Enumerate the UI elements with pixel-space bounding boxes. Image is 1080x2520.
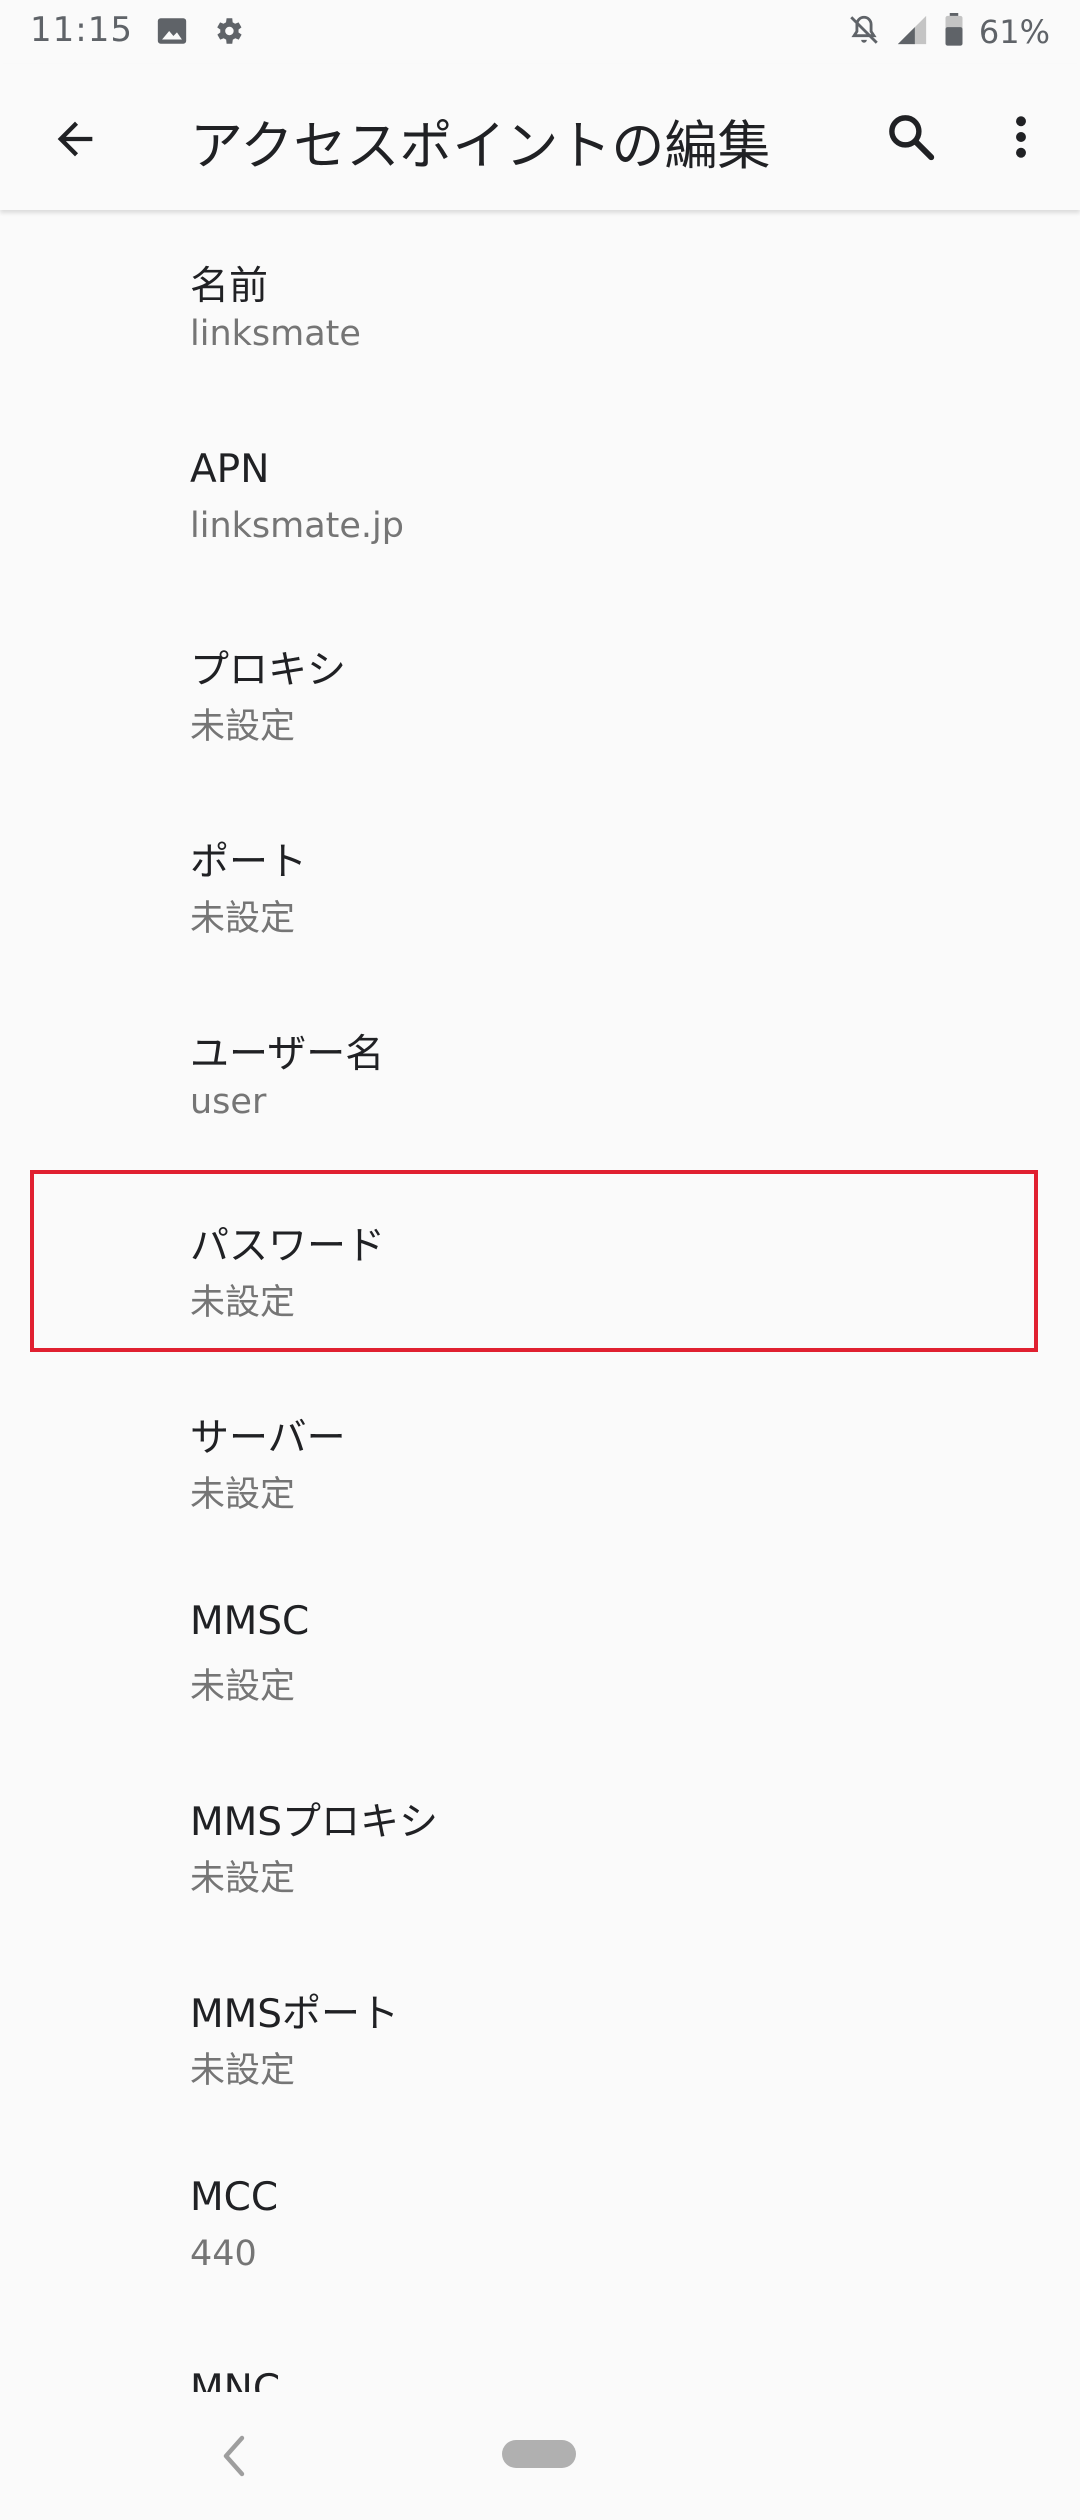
list-item-name[interactable]: 名前 linksmate <box>0 210 1080 402</box>
image-icon <box>155 14 189 48</box>
item-label: プロキシ <box>190 648 347 693</box>
gear-icon <box>211 14 245 48</box>
item-value: 未設定 <box>190 899 296 939</box>
item-value: user <box>190 1082 267 1122</box>
item-label: MMSC <box>190 1599 310 1644</box>
signal-icon <box>895 13 929 51</box>
list-item-mms-proxy[interactable]: MMSプロキシ 未設定 <box>0 1746 1080 1938</box>
status-bar: 11:15 61% <box>0 0 1080 64</box>
list-item-username[interactable]: ユーザー名 user <box>0 978 1080 1170</box>
more-vert-icon[interactable] <box>986 102 1056 172</box>
nav-back-icon[interactable] <box>206 2428 262 2484</box>
list-item-mms-port[interactable]: MMSポート 未設定 <box>0 1938 1080 2130</box>
list-item-server[interactable]: サーバー 未設定 <box>0 1362 1080 1554</box>
item-label: MMSポート <box>190 1992 400 2037</box>
item-label: MCC <box>190 2175 279 2220</box>
apn-settings-list: 名前 linksmate APN linksmate.jp プロキシ 未設定 ポ… <box>0 210 1080 2402</box>
item-label: 名前 <box>190 264 269 309</box>
item-value: 未設定 <box>190 1859 296 1899</box>
notifications-off-icon <box>847 13 881 51</box>
battery-icon <box>943 13 965 51</box>
item-label: パスワード <box>190 1224 386 1269</box>
item-value: 440 <box>190 2234 257 2274</box>
item-value: linksmate <box>190 314 361 354</box>
item-value: 未設定 <box>190 1283 296 1323</box>
list-item-mnc[interactable]: MNC <box>0 2322 1080 2402</box>
home-pill-icon[interactable] <box>502 2440 576 2468</box>
item-value: linksmate.jp <box>190 506 404 546</box>
list-item-mcc[interactable]: MCC 440 <box>0 2130 1080 2322</box>
item-label: サーバー <box>190 1416 346 1461</box>
item-value: 未設定 <box>190 1475 296 1515</box>
item-value: 未設定 <box>190 1667 296 1707</box>
item-label: ユーザー名 <box>190 1032 385 1077</box>
item-label: ポート <box>190 840 308 885</box>
list-item-proxy[interactable]: プロキシ 未設定 <box>0 594 1080 786</box>
item-label: APN <box>190 447 270 492</box>
list-item-port[interactable]: ポート 未設定 <box>0 786 1080 978</box>
search-icon[interactable] <box>876 102 946 172</box>
page-title: アクセスポイントの編集 <box>190 116 771 177</box>
status-icons: 61% <box>847 10 1050 54</box>
list-item-apn[interactable]: APN linksmate.jp <box>0 402 1080 594</box>
app-toolbar: アクセスポイントの編集 <box>0 64 1080 210</box>
battery-percentage: 61% <box>978 13 1050 51</box>
item-value: 未設定 <box>190 707 296 747</box>
status-time: 11:15 <box>30 10 133 50</box>
navigation-bar <box>0 2392 1080 2520</box>
list-item-password[interactable]: パスワード 未設定 <box>0 1170 1080 1362</box>
list-item-mmsc[interactable]: MMSC 未設定 <box>0 1554 1080 1746</box>
item-label: MMSプロキシ <box>190 1800 439 1845</box>
item-value: 未設定 <box>190 2051 296 2091</box>
back-arrow-icon[interactable] <box>40 104 110 174</box>
